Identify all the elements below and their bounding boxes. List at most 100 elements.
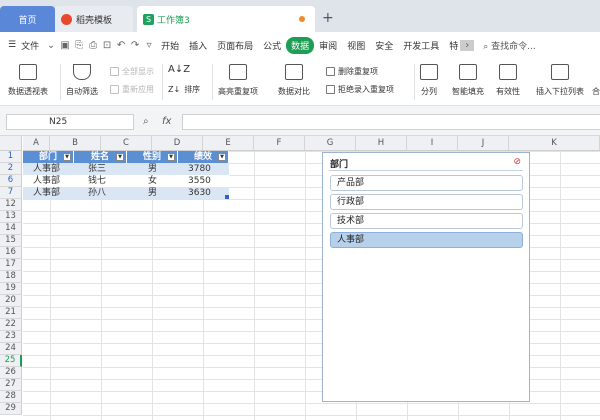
- hamburger-icon[interactable]: ☰: [0, 40, 21, 50]
- row-header[interactable]: 24: [0, 343, 22, 355]
- pivot-table-button[interactable]: 数据透视表: [8, 64, 48, 97]
- tab-template[interactable]: 稻壳模板: [55, 6, 133, 32]
- table-cell[interactable]: 人事部: [23, 187, 74, 199]
- row-header[interactable]: 12: [0, 199, 22, 211]
- highlight-duplicates-button[interactable]: 高亮重复项: [218, 64, 258, 97]
- undo-icon[interactable]: ↶: [114, 40, 128, 51]
- table-cell[interactable]: 3550: [178, 175, 229, 187]
- table-cell[interactable]: 孙八: [74, 187, 127, 199]
- table-cell[interactable]: 男: [127, 163, 178, 175]
- menu-item-security[interactable]: 安全: [370, 39, 398, 52]
- table-cell[interactable]: 钱七: [74, 175, 127, 187]
- menu-item-formula[interactable]: 公式: [258, 39, 286, 52]
- column-header-b[interactable]: B: [50, 136, 101, 151]
- name-box[interactable]: N25: [6, 114, 134, 130]
- row-header[interactable]: 2: [0, 163, 22, 175]
- department-slicer[interactable]: 部门 ⊘ 产品部 行政部 技术部 人事部: [322, 152, 530, 402]
- filter-dropdown-icon[interactable]: ▼: [218, 153, 226, 161]
- row-header[interactable]: 22: [0, 319, 22, 331]
- menu-item-page-layout[interactable]: 页面布局: [212, 39, 258, 52]
- filter-dropdown-icon[interactable]: ▼: [167, 153, 175, 161]
- column-header-k[interactable]: K: [509, 136, 600, 151]
- menu-file[interactable]: 文件: [21, 39, 44, 52]
- column-header-j[interactable]: J: [458, 136, 509, 151]
- column-header-g[interactable]: G: [305, 136, 356, 151]
- zoom-search-icon[interactable]: ⌕: [143, 116, 149, 127]
- table-cell[interactable]: 张三: [74, 163, 127, 175]
- sort-button[interactable]: Z↓ 排序: [168, 84, 200, 95]
- row-header[interactable]: 29: [0, 403, 22, 415]
- row-header[interactable]: 7: [0, 187, 22, 199]
- slicer-item-tech[interactable]: 技术部: [330, 213, 523, 229]
- menu-item-view[interactable]: 视图: [342, 39, 370, 52]
- menu-scroll-right-icon[interactable]: ›: [460, 39, 475, 51]
- autofilter-button[interactable]: 自动筛选: [66, 64, 98, 97]
- menu-item-start[interactable]: 开始: [156, 39, 184, 52]
- redo-icon[interactable]: ↷: [128, 40, 142, 51]
- table-header-name[interactable]: 姓名 ▼: [74, 151, 127, 163]
- table-cell[interactable]: 3780: [178, 163, 229, 175]
- fx-icon[interactable]: fx: [162, 116, 171, 127]
- row-header[interactable]: 16: [0, 247, 22, 259]
- column-header-f[interactable]: F: [254, 136, 305, 151]
- tab-workbook[interactable]: S 工作簿3: [137, 6, 315, 32]
- table-cell[interactable]: 女: [127, 175, 178, 187]
- validity-button[interactable]: 有效性: [496, 64, 520, 97]
- ribbon-more-button[interactable]: 合: [592, 86, 600, 97]
- table-cell[interactable]: 3630: [178, 187, 229, 199]
- new-tab-button[interactable]: +: [322, 10, 334, 26]
- sort-ascending-icon[interactable]: A↓Z: [168, 64, 190, 75]
- menu-item-special[interactable]: 特: [444, 39, 460, 52]
- tab-home[interactable]: 首页: [0, 6, 55, 32]
- row-header[interactable]: 26: [0, 367, 22, 379]
- row-header[interactable]: 21: [0, 307, 22, 319]
- row-header[interactable]: 19: [0, 283, 22, 295]
- select-all-corner[interactable]: [0, 136, 22, 151]
- table-cell[interactable]: 人事部: [23, 175, 74, 187]
- print-icon[interactable]: ⎙: [86, 40, 100, 51]
- row-header[interactable]: 28: [0, 391, 22, 403]
- row-header[interactable]: 17: [0, 259, 22, 271]
- slicer-item-hr-selected[interactable]: 人事部: [330, 232, 523, 248]
- menu-item-review[interactable]: 审阅: [314, 39, 342, 52]
- column-header-d[interactable]: D: [152, 136, 203, 151]
- row-header[interactable]: 1: [0, 151, 22, 163]
- row-header[interactable]: 15: [0, 235, 22, 247]
- filter-dropdown-icon[interactable]: ▼: [116, 153, 124, 161]
- column-header-h[interactable]: H: [356, 136, 407, 151]
- table-cell[interactable]: 人事部: [23, 163, 74, 175]
- show-all-button[interactable]: 全部显示: [110, 66, 154, 77]
- column-header-i[interactable]: I: [407, 136, 458, 151]
- row-header[interactable]: 23: [0, 331, 22, 343]
- remove-duplicates-button[interactable]: 删除重复项: [326, 66, 378, 77]
- row-header[interactable]: 13: [0, 211, 22, 223]
- row-header[interactable]: 27: [0, 379, 22, 391]
- data-compare-button[interactable]: 数据对比: [278, 64, 310, 97]
- column-header-a[interactable]: A: [23, 136, 50, 151]
- table-header-gender[interactable]: 性别 ▼: [127, 151, 178, 163]
- slicer-item-admin[interactable]: 行政部: [330, 194, 523, 210]
- smart-fill-button[interactable]: 智能填充: [452, 64, 484, 97]
- reapply-button[interactable]: 重新应用: [110, 84, 154, 95]
- export-icon[interactable]: ⎘: [72, 40, 86, 51]
- table-resize-handle[interactable]: [225, 195, 229, 199]
- save-icon[interactable]: ▣: [58, 40, 72, 51]
- more-dropdown-icon[interactable]: ▿: [142, 40, 156, 51]
- table-cell[interactable]: 男: [127, 187, 178, 199]
- row-header[interactable]: 14: [0, 223, 22, 235]
- command-search[interactable]: ⌕ 查找命令...: [478, 39, 541, 52]
- table-header-department[interactable]: 部门 ▼: [23, 151, 74, 163]
- preview-icon[interactable]: ⊡: [100, 40, 114, 51]
- row-header[interactable]: 18: [0, 271, 22, 283]
- insert-dropdown-list-button[interactable]: 插入下拉列表: [536, 64, 584, 97]
- filter-active-icon[interactable]: ▼: [63, 153, 71, 161]
- menu-item-insert[interactable]: 插入: [184, 39, 212, 52]
- row-header-selected[interactable]: 25: [0, 355, 22, 367]
- clear-filter-icon[interactable]: ⊘: [513, 157, 521, 167]
- split-column-button[interactable]: 分列: [420, 64, 438, 97]
- row-header[interactable]: 6: [0, 175, 22, 187]
- column-header-e[interactable]: E: [203, 136, 254, 151]
- column-header-c[interactable]: C: [101, 136, 152, 151]
- table-header-performance[interactable]: 绩效 ▼: [178, 151, 229, 163]
- slicer-item-product[interactable]: 产品部: [330, 175, 523, 191]
